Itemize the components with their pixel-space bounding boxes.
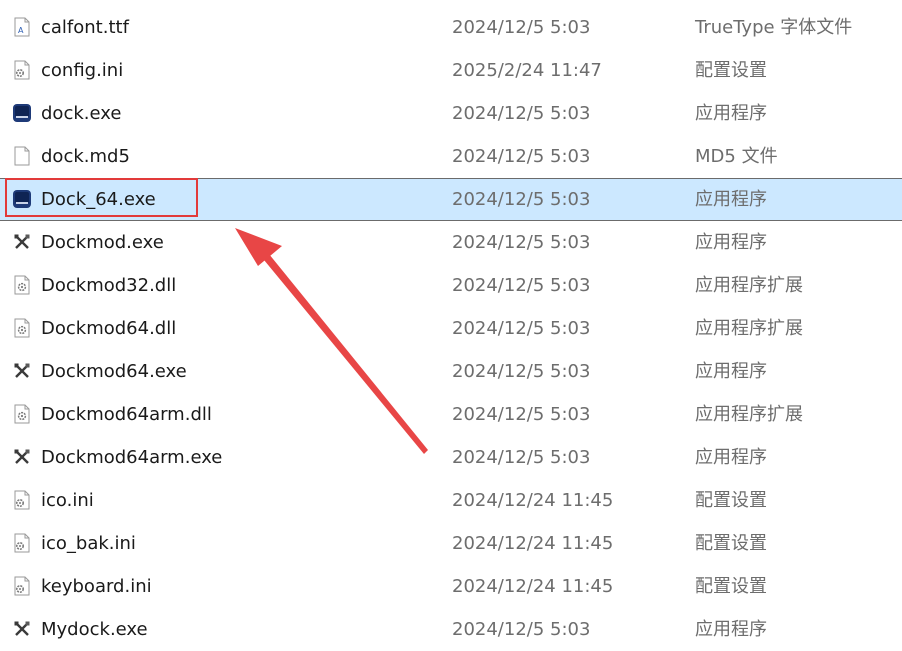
file-name: ico_bak.ini bbox=[41, 533, 136, 554]
file-date-modified: 2024/12/5 5:03 bbox=[452, 189, 591, 210]
file-row[interactable]: dock.md5 2024/12/5 5:03 MD5 文件 bbox=[0, 135, 902, 178]
file-date-modified: 2024/12/5 5:03 bbox=[452, 146, 591, 167]
file-type: 应用程序 bbox=[695, 189, 767, 210]
file-row[interactable]: Mydock.exe 2024/12/5 5:03 应用程序 bbox=[0, 608, 902, 651]
file-date-modified: 2024/12/5 5:03 bbox=[452, 318, 591, 339]
file-name: Dockmod32.dll bbox=[41, 275, 177, 296]
file-type: 应用程序 bbox=[695, 447, 767, 468]
file-row[interactable]: Dockmod64.exe 2024/12/5 5:03 应用程序 bbox=[0, 350, 902, 393]
file-row[interactable]: Dockmod64.dll 2024/12/5 5:03 应用程序扩展 bbox=[0, 307, 902, 350]
file-name: dock.md5 bbox=[41, 146, 130, 167]
file-type: TrueType 字体文件 bbox=[695, 17, 853, 38]
file-type: 配置设置 bbox=[695, 576, 767, 597]
file-name: Mydock.exe bbox=[41, 619, 148, 640]
file-date-modified: 2024/12/24 11:45 bbox=[452, 490, 614, 511]
file-date-modified: 2024/12/5 5:03 bbox=[452, 619, 591, 640]
dll-file-icon bbox=[12, 318, 32, 338]
blank-file-icon bbox=[12, 146, 32, 166]
file-type: 应用程序 bbox=[695, 232, 767, 253]
file-date-modified: 2025/2/24 11:47 bbox=[452, 60, 602, 81]
file-date-modified: 2024/12/5 5:03 bbox=[452, 361, 591, 382]
file-type: 应用程序扩展 bbox=[695, 318, 803, 339]
app-window-icon bbox=[12, 103, 32, 123]
tools-icon bbox=[12, 619, 32, 639]
settings-file-icon bbox=[12, 490, 32, 510]
file-type: 配置设置 bbox=[695, 60, 767, 81]
file-type: 配置设置 bbox=[695, 533, 767, 554]
file-row[interactable]: dock.exe 2024/12/5 5:03 应用程序 bbox=[0, 92, 902, 135]
font-file-icon: A bbox=[12, 17, 32, 37]
file-name: Dockmod64arm.dll bbox=[41, 404, 212, 425]
file-type: 应用程序扩展 bbox=[695, 404, 803, 425]
file-type: 应用程序 bbox=[695, 103, 767, 124]
file-row[interactable]: ico.ini 2024/12/24 11:45 配置设置 bbox=[0, 479, 902, 522]
file-date-modified: 2024/12/5 5:03 bbox=[452, 447, 591, 468]
file-date-modified: 2024/12/24 11:45 bbox=[452, 576, 614, 597]
file-type: 应用程序 bbox=[695, 619, 767, 640]
file-row[interactable]: Dockmod64arm.exe 2024/12/5 5:03 应用程序 bbox=[0, 436, 902, 479]
file-row[interactable]: keyboard.ini 2024/12/24 11:45 配置设置 bbox=[0, 565, 902, 608]
file-type: 应用程序 bbox=[695, 361, 767, 382]
file-name: Dockmod.exe bbox=[41, 232, 164, 253]
file-name: ico.ini bbox=[41, 490, 94, 511]
file-date-modified: 2024/12/5 5:03 bbox=[452, 17, 591, 38]
file-row[interactable]: Dockmod.exe 2024/12/5 5:03 应用程序 bbox=[0, 221, 902, 264]
file-date-modified: 2024/12/5 5:03 bbox=[452, 103, 591, 124]
settings-file-icon bbox=[12, 533, 32, 553]
file-row[interactable]: ico_bak.ini 2024/12/24 11:45 配置设置 bbox=[0, 522, 902, 565]
file-list: A calfont.ttf 2024/12/5 5:03 TrueType 字体… bbox=[0, 6, 902, 651]
tools-icon bbox=[12, 447, 32, 467]
settings-file-icon bbox=[12, 60, 32, 80]
file-type: 配置设置 bbox=[695, 490, 767, 511]
file-date-modified: 2024/12/5 5:03 bbox=[452, 404, 591, 425]
file-type: MD5 文件 bbox=[695, 146, 778, 167]
dll-file-icon bbox=[12, 275, 32, 295]
tools-icon bbox=[12, 232, 32, 252]
file-row[interactable]: Dockmod64arm.dll 2024/12/5 5:03 应用程序扩展 bbox=[0, 393, 902, 436]
file-name: calfont.ttf bbox=[41, 17, 129, 38]
file-row[interactable]: config.ini 2025/2/24 11:47 配置设置 bbox=[0, 49, 902, 92]
file-name: dock.exe bbox=[41, 103, 122, 124]
file-date-modified: 2024/12/5 5:03 bbox=[452, 275, 591, 296]
file-name: Dockmod64arm.exe bbox=[41, 447, 223, 468]
file-type: 应用程序扩展 bbox=[695, 275, 803, 296]
file-row[interactable]: A calfont.ttf 2024/12/5 5:03 TrueType 字体… bbox=[0, 6, 902, 49]
svg-text:A: A bbox=[18, 26, 24, 35]
file-name: keyboard.ini bbox=[41, 576, 152, 597]
file-name: config.ini bbox=[41, 60, 124, 81]
settings-file-icon bbox=[12, 576, 32, 596]
file-name: Dockmod64.exe bbox=[41, 361, 187, 382]
dll-file-icon bbox=[12, 404, 32, 424]
file-date-modified: 2024/12/5 5:03 bbox=[452, 232, 591, 253]
file-row[interactable]: Dockmod32.dll 2024/12/5 5:03 应用程序扩展 bbox=[0, 264, 902, 307]
tools-icon bbox=[12, 361, 32, 381]
file-name: Dockmod64.dll bbox=[41, 318, 177, 339]
file-date-modified: 2024/12/24 11:45 bbox=[452, 533, 614, 554]
annotation-highlight-box bbox=[5, 178, 198, 217]
